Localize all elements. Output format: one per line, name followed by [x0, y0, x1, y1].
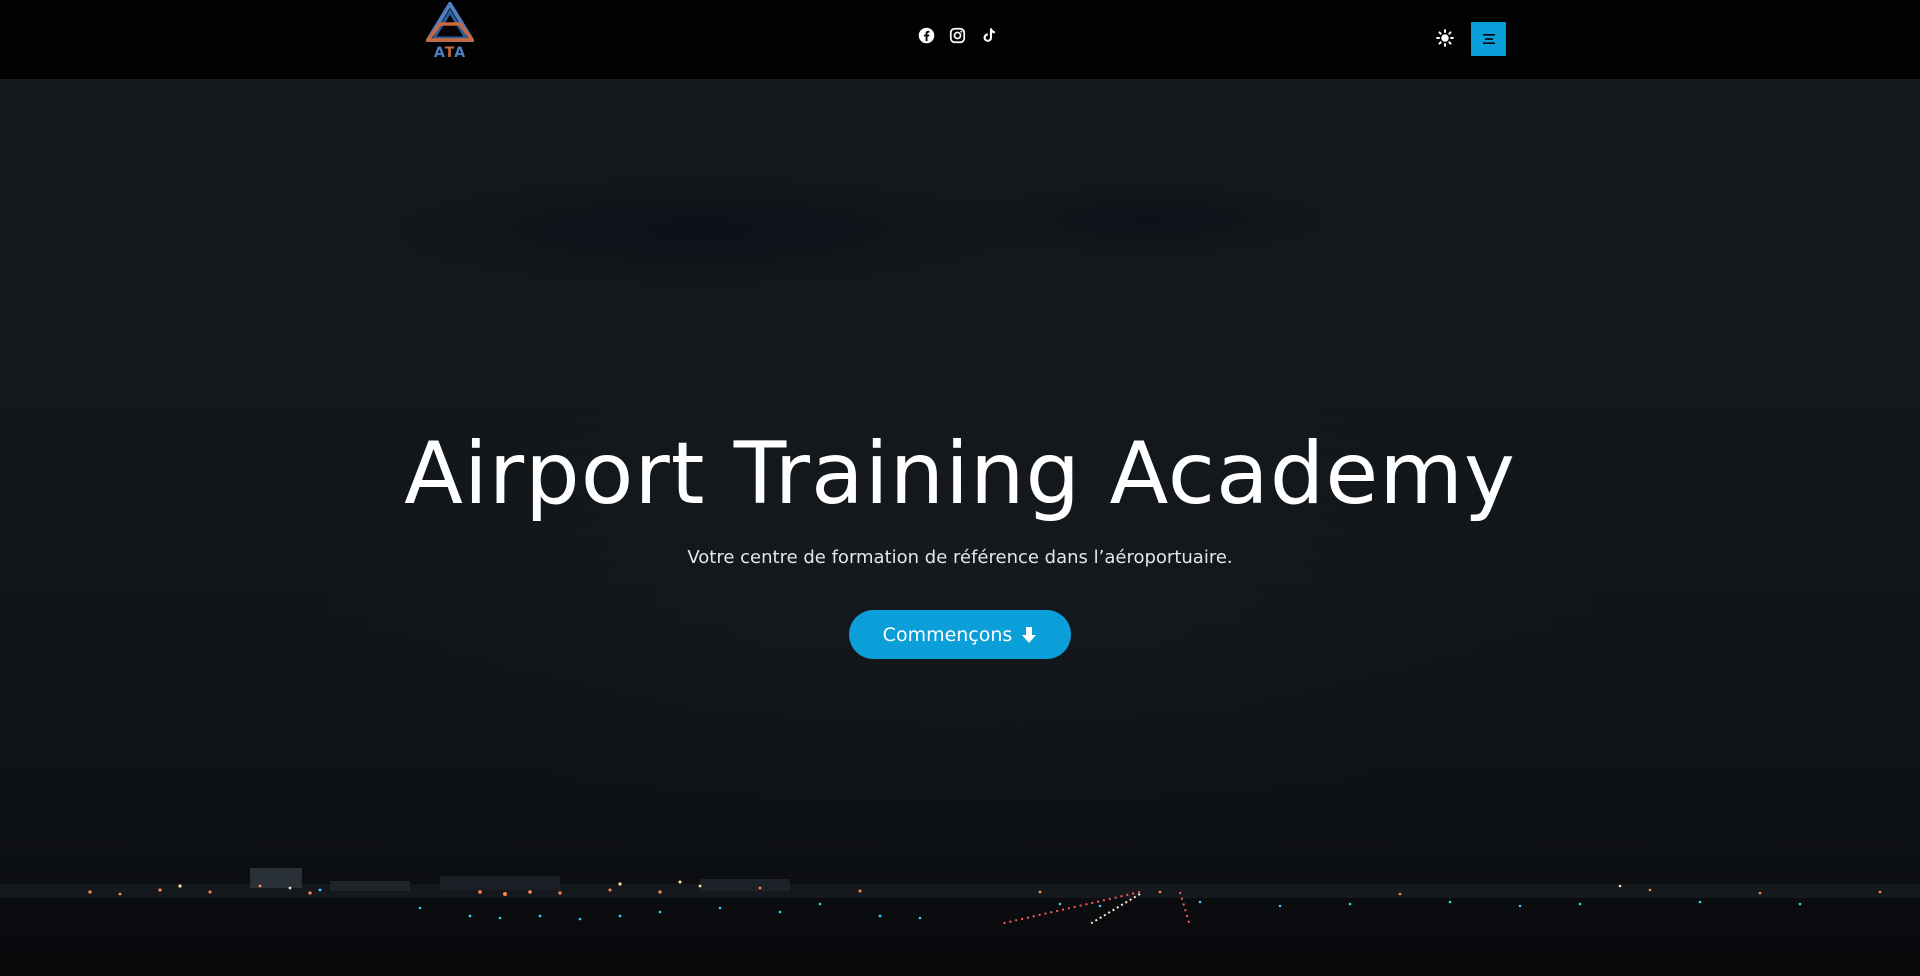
logo-icon	[426, 2, 474, 42]
hero-subtitle: Votre centre de formation de référence d…	[687, 547, 1233, 568]
navbar: ATA	[0, 0, 1920, 79]
social-links	[918, 27, 997, 44]
logo-letter-t: T	[444, 45, 455, 61]
logo-letter-a2: A	[454, 45, 467, 61]
facebook-icon[interactable]	[918, 27, 935, 44]
hero-section: Airport Training Academy Votre centre de…	[0, 79, 1920, 976]
logo-link[interactable]: ATA	[426, 2, 474, 62]
menu-icon	[1482, 34, 1495, 44]
get-started-label: Commençons	[882, 623, 1013, 646]
get-started-button[interactable]: Commençons	[849, 610, 1071, 659]
airport-lights-background	[0, 846, 1920, 976]
instagram-icon[interactable]	[949, 27, 966, 44]
logo-letter-a1: A	[433, 45, 445, 61]
hero-title: Airport Training Academy	[404, 424, 1516, 524]
tiktok-icon[interactable]	[980, 27, 997, 44]
arrow-down-icon	[1022, 626, 1037, 643]
sun-icon[interactable]	[1436, 29, 1454, 47]
logo-text: ATA	[426, 45, 474, 61]
menu-button[interactable]	[1471, 22, 1506, 56]
